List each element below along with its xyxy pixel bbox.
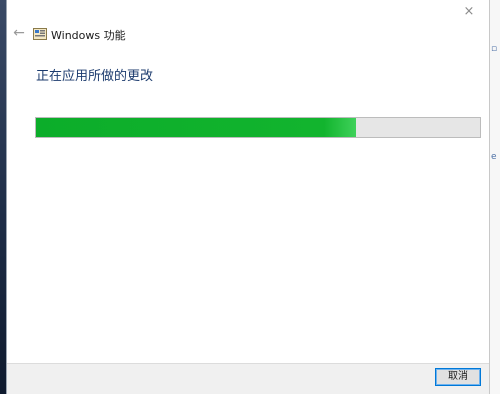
dialog-footer: 取消 — [7, 363, 489, 394]
arrow-left-icon: ← — [13, 25, 25, 41]
title-bar: ← Windows 功能 × — [7, 0, 489, 54]
status-text: 正在应用所做的更改 — [36, 69, 154, 84]
edge-mark: ▫ — [491, 44, 498, 54]
close-button[interactable]: × — [461, 4, 477, 20]
back-button[interactable]: ← — [11, 25, 27, 41]
edge-mark: e — [491, 152, 497, 162]
close-icon: × — [463, 4, 475, 19]
window-title: Windows 功能 — [51, 29, 126, 42]
progress-fill — [36, 118, 356, 137]
windows-features-icon — [33, 26, 47, 40]
cancel-button[interactable]: 取消 — [435, 368, 481, 386]
windows-features-dialog: ← Windows 功能 × 正在应用所做的更改 取消 — [6, 0, 490, 394]
progress-bar — [35, 117, 481, 138]
background-window-edge: ▫ e — [489, 0, 500, 394]
